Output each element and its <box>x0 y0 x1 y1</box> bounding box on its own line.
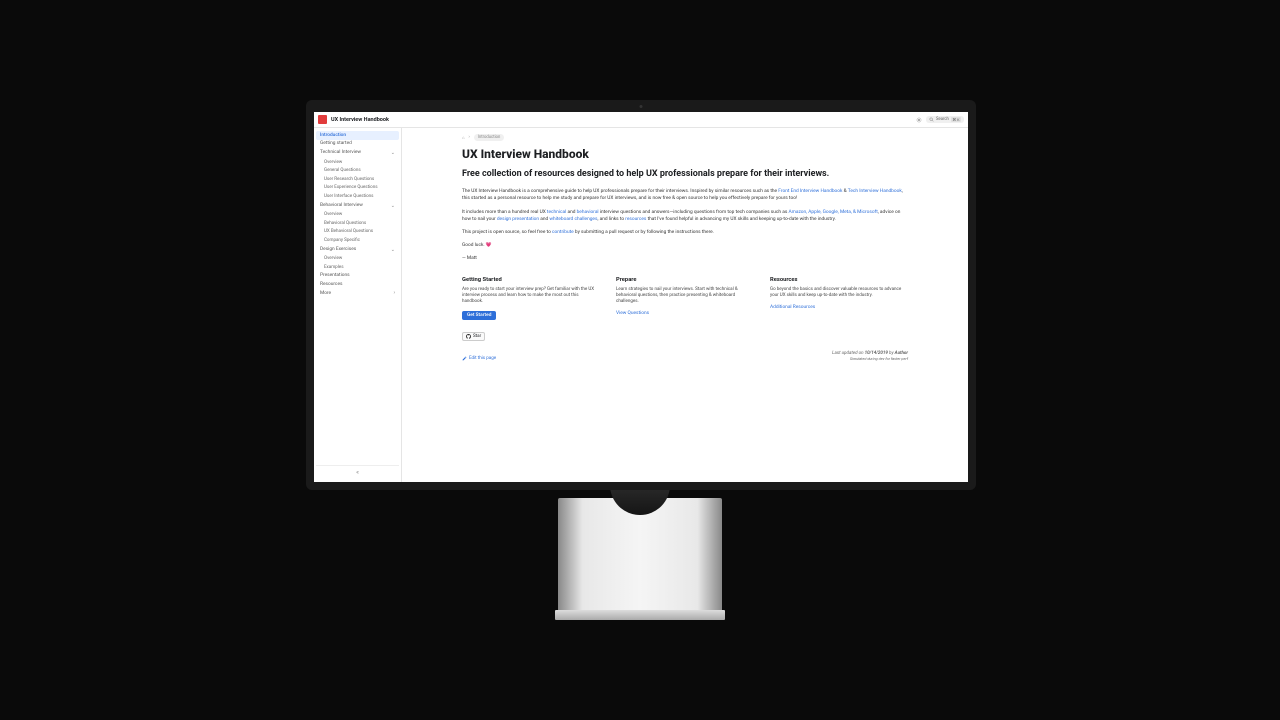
sidebar-item-label: More <box>320 291 331 296</box>
monitor-stand-base <box>555 610 725 620</box>
sidebar-collapse-button[interactable]: « <box>316 465 399 479</box>
sidebar-item-design-exercises[interactable]: Design Exercises ⌄ <box>316 245 399 255</box>
card-title: Resources <box>770 277 908 283</box>
search-kbd: ⌘ K <box>951 117 961 122</box>
link-technical[interactable]: technical <box>547 210 566 215</box>
sidebar-subitem-user-interface-questions[interactable]: User Interface Questions <box>316 192 399 201</box>
signature: — Matt <box>462 255 908 262</box>
sidebar-subitem-user-research-questions[interactable]: User Research Questions <box>316 175 399 184</box>
pencil-icon <box>462 356 467 361</box>
sidebar-item-more[interactable]: More › <box>316 289 399 299</box>
chevron-right-icon: › <box>393 290 395 296</box>
page-tagline: Free collection of resources designed to… <box>462 169 908 180</box>
sidebar-item-label: Technical Interview <box>320 150 361 155</box>
link-tech-handbook[interactable]: Tech Interview Handbook <box>848 189 902 194</box>
intro-paragraph-3: This project is open source, so feel fre… <box>462 229 908 236</box>
sidebar-subitem-user-experience-questions[interactable]: User Experience Questions <box>316 184 399 193</box>
monitor-frame: UX Interview Handbook Search ⌘ K Introdu… <box>306 100 976 490</box>
sidebar-subitem-overview[interactable]: Overview <box>316 158 399 167</box>
get-started-button[interactable]: Get Started <box>462 311 496 320</box>
sidebar-item-behavioral-interview[interactable]: Behavioral Interview ⌄ <box>316 201 399 211</box>
screen-content: UX Interview Handbook Search ⌘ K Introdu… <box>314 112 968 482</box>
link-resources[interactable]: resources <box>625 217 646 222</box>
sidebar-item-label: Design Exercises <box>320 247 356 252</box>
sidebar-item-label: Getting started <box>320 141 352 146</box>
brand-title[interactable]: UX Interview Handbook <box>331 117 389 123</box>
page-title: UX Interview Handbook <box>462 147 908 161</box>
sidebar-subitem-overview[interactable]: Overview <box>316 254 399 263</box>
sidebar-item-label: Introduction <box>320 133 346 138</box>
card-body: Are you ready to start your interview pr… <box>462 287 600 306</box>
card-link[interactable]: Additional Resources <box>770 305 815 310</box>
page-footer: Edit this page Last updated on 10/14/201… <box>462 351 908 361</box>
sidebar-subitem-overview[interactable]: Overview <box>316 210 399 219</box>
sun-icon <box>916 117 922 123</box>
search-icon <box>929 117 934 122</box>
card-link[interactable]: View Questions <box>616 311 649 316</box>
chevron-down-icon: ⌄ <box>391 150 395 156</box>
github-star-label: Star <box>473 334 481 339</box>
sidebar-item-label: Behavioral Interview <box>320 203 363 208</box>
sidebar-item-label: Resources <box>320 282 342 287</box>
main-content: ⌂ › Introduction UX Interview Handbook F… <box>402 128 968 482</box>
sidebar-item-technical-interview[interactable]: Technical Interview ⌄ <box>316 148 399 158</box>
breadcrumb-current: Introduction <box>474 134 505 141</box>
monitor-stand-arm <box>558 498 722 618</box>
sidebar: Introduction Getting started Technical Int… <box>314 128 402 482</box>
sidebar-item-label: Presentations <box>320 273 350 278</box>
sidebar-subitem-ux-behavioral-questions[interactable]: UX Behavioral Questions <box>316 228 399 237</box>
sidebar-subitem-company-specific[interactable]: Company Specific <box>316 236 399 245</box>
sidebar-item-introduction[interactable]: Introduction <box>316 131 399 140</box>
theme-toggle-button[interactable] <box>916 117 922 123</box>
card-body: Go beyond the basics and discover valuab… <box>770 287 908 300</box>
breadcrumb-sep: › <box>469 135 470 140</box>
card-title: Prepare <box>616 277 754 283</box>
sidebar-item-resources[interactable]: Resources <box>316 280 399 289</box>
sidebar-item-getting-started[interactable]: Getting started <box>316 140 399 149</box>
link-design-presentation[interactable]: design presentation <box>497 217 539 222</box>
cards-row: Getting Started Are you ready to start yo… <box>462 277 908 321</box>
card-getting-started: Getting Started Are you ready to start yo… <box>462 277 600 321</box>
intro-paragraph-2: It includes more than a hundred real UX … <box>462 209 908 223</box>
sidebar-subitem-behavioral-questions[interactable]: Behavioral Questions <box>316 219 399 228</box>
last-updated: Last updated on 10/14/2019 by Author Sim… <box>832 351 908 361</box>
logo-icon[interactable] <box>318 115 327 124</box>
link-contribute[interactable]: contribute <box>552 230 574 235</box>
github-star-button[interactable]: Star <box>462 332 485 341</box>
good-luck: Good luck. 💗 <box>462 242 908 249</box>
card-title: Getting Started <box>462 277 600 283</box>
sidebar-subitem-general-questions[interactable]: General Questions <box>316 166 399 175</box>
link-whiteboard[interactable]: whiteboard challenges <box>549 217 597 222</box>
chevron-down-icon: ⌄ <box>391 203 395 209</box>
breadcrumb: ⌂ › Introduction <box>462 134 908 141</box>
card-resources: Resources Go beyond the basics and discov… <box>770 277 908 321</box>
home-icon[interactable]: ⌂ <box>462 135 465 141</box>
chevron-down-icon: ⌄ <box>391 247 395 253</box>
sidebar-subitem-examples[interactable]: Examples <box>316 263 399 272</box>
github-icon <box>466 334 471 339</box>
card-prepare: Prepare Learn strategies to nail your int… <box>616 277 754 321</box>
edit-page-link[interactable]: Edit this page <box>462 356 496 361</box>
camera-dot <box>640 105 643 108</box>
search-placeholder: Search <box>936 117 949 122</box>
card-body: Learn strategies to nail your interviews… <box>616 287 754 306</box>
topbar: UX Interview Handbook Search ⌘ K <box>314 112 968 128</box>
link-behavioral[interactable]: behavioral <box>577 210 599 215</box>
intro-paragraph-1: The UX Interview Handbook is a comprehen… <box>462 188 908 202</box>
link-fe-handbook[interactable]: Front End Interview Handbook <box>778 189 842 194</box>
search-input[interactable]: Search ⌘ K <box>926 116 964 123</box>
link-companies[interactable]: Amazon, Apple, Google, Meta, & Microsoft <box>789 210 878 215</box>
sidebar-item-presentations[interactable]: Presentations <box>316 272 399 281</box>
